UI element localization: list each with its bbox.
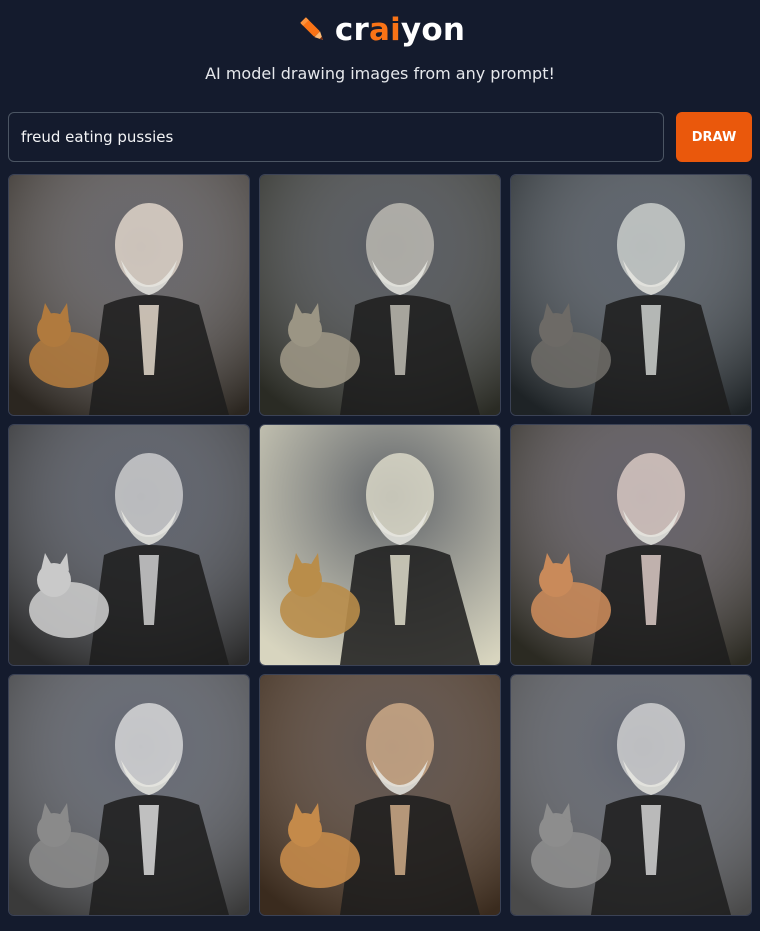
result-image-art [260, 175, 500, 415]
results-grid [8, 174, 752, 916]
brand-logo[interactable]: craiyon [0, 10, 760, 50]
result-image-1[interactable] [8, 174, 250, 416]
result-image-8[interactable] [259, 674, 501, 916]
result-image-art [511, 425, 751, 665]
result-image-art [9, 425, 249, 665]
tagline: AI model drawing images from any prompt! [205, 64, 555, 83]
result-image-art [260, 425, 500, 665]
pencil-icon [300, 17, 323, 40]
brand-name-part: yon [400, 12, 466, 48]
draw-button[interactable]: DRAW [676, 112, 752, 162]
result-image-9[interactable] [510, 674, 752, 916]
result-image-art [511, 675, 751, 915]
prompt-bar: DRAW [8, 112, 752, 162]
result-image-art [9, 175, 249, 415]
result-image-3[interactable] [510, 174, 752, 416]
result-image-art [260, 675, 500, 915]
result-image-5[interactable] [259, 424, 501, 666]
result-image-art [511, 175, 751, 415]
brand-name-accent: ai [368, 12, 401, 48]
result-image-4[interactable] [8, 424, 250, 666]
result-image-art [9, 675, 249, 915]
brand-name-part: cr [334, 12, 369, 48]
prompt-input[interactable] [8, 112, 664, 162]
result-image-2[interactable] [259, 174, 501, 416]
brand-name: craiyon [335, 10, 465, 50]
result-image-6[interactable] [510, 424, 752, 666]
result-image-7[interactable] [8, 674, 250, 916]
